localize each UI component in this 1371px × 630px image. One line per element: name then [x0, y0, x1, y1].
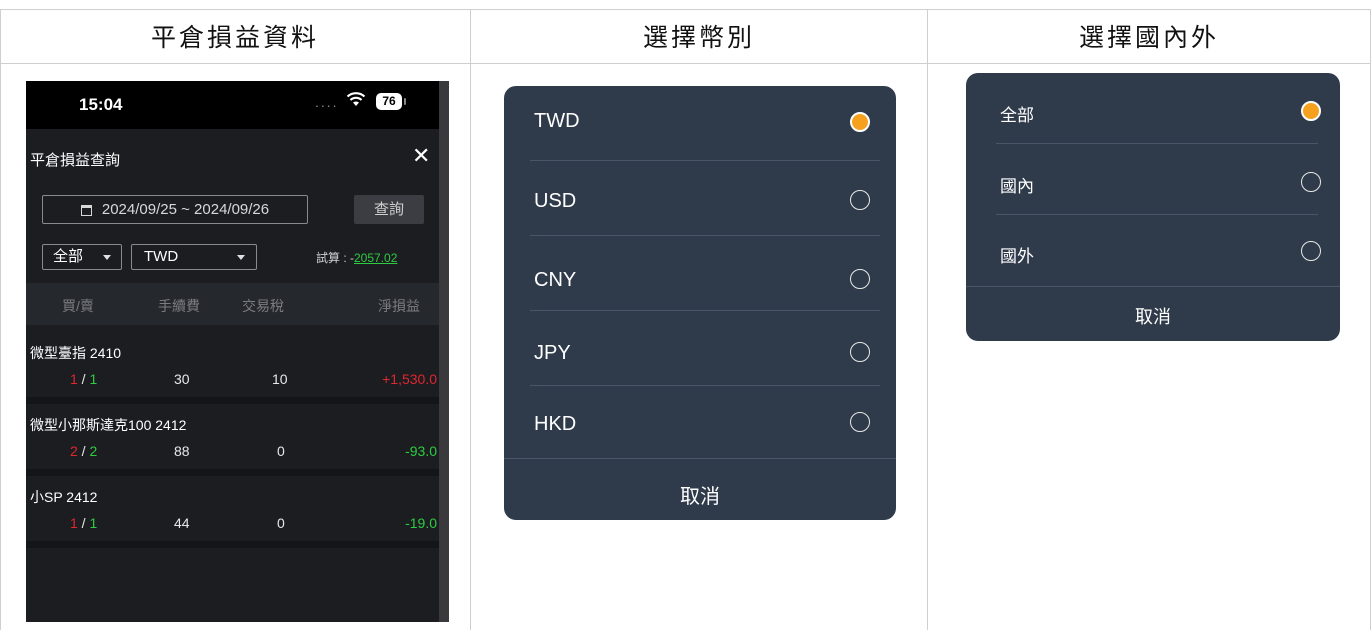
row-divider [26, 469, 439, 476]
page-title: 平倉損益查詢 [30, 152, 121, 169]
trial-calc-value[interactable]: 2057.02 [354, 251, 397, 265]
currency-picker: TWD USD CNY JPY HKD 取消 [504, 86, 896, 520]
header-net: 淨損益 [378, 298, 420, 314]
scrollbar[interactable] [439, 81, 449, 622]
radio-icon[interactable] [850, 342, 870, 362]
radio-icon[interactable] [1301, 172, 1321, 192]
region-select[interactable]: 全部 [42, 244, 122, 270]
cancel-divider [504, 458, 896, 459]
wifi-icon [346, 92, 366, 106]
cancel-divider [966, 286, 1340, 287]
status-time: 15:04 [79, 95, 123, 114]
trial-calc: 試算 : -2057.02 [316, 249, 397, 266]
region-option-foreign[interactable]: 國外 [966, 215, 1340, 286]
region-option-label: 全部 [1000, 106, 1034, 125]
table-top-border [0, 9, 1371, 10]
chevron-down-icon [103, 255, 111, 260]
chevron-down-icon [237, 255, 245, 260]
date-range-text: 2024/09/25 ~ 2024/09/26 [101, 201, 270, 218]
radio-icon[interactable] [850, 190, 870, 210]
battery-icon: 76 [376, 93, 406, 110]
currency-option-label: USD [534, 190, 577, 212]
currency-option-label: HKD [534, 413, 577, 435]
row-divider [26, 397, 439, 404]
currency-select-value: TWD [144, 248, 179, 265]
currency-select[interactable]: TWD [131, 244, 257, 270]
row-name[interactable]: 微型小那斯達克100 2412 [30, 415, 186, 435]
row-name[interactable]: 微型臺指 2410 [30, 343, 121, 363]
column-header-currency: 選擇幣別 [642, 23, 755, 52]
row-net: +1,530.0 [382, 371, 437, 387]
phone-screen: 15:04 .... 76 平倉損益查詢 ✕ 2024/09/25 ~ 2024… [26, 81, 449, 622]
header-buy-sell: 買/賣 [62, 298, 94, 314]
close-icon[interactable]: ✕ [412, 143, 430, 169]
row-tax: 10 [272, 371, 288, 387]
row-tax: 0 [277, 515, 285, 531]
radio-selected-icon[interactable] [850, 112, 870, 132]
row-divider [26, 541, 439, 548]
currency-option-label: TWD [534, 110, 580, 132]
radio-icon[interactable] [1301, 241, 1321, 261]
currency-option-twd[interactable]: TWD [504, 86, 896, 161]
row-fee: 30 [174, 371, 190, 387]
header-tax: 交易稅 [242, 298, 284, 314]
row-fee: 44 [174, 515, 190, 531]
trial-calc-label: 試算 : - [316, 251, 354, 265]
row-name[interactable]: 小SP 2412 [30, 487, 97, 507]
region-option-label: 國內 [1000, 177, 1034, 196]
date-range-field[interactable]: 2024/09/25 ~ 2024/09/26 [42, 195, 308, 224]
row-buy-sell: 2 / 2 [70, 443, 98, 459]
signal-icon: .... [315, 94, 339, 110]
radio-selected-icon[interactable] [1301, 101, 1321, 121]
radio-icon[interactable] [850, 269, 870, 289]
currency-option-cny[interactable]: CNY [504, 236, 896, 311]
row-net: -93.0 [405, 443, 437, 459]
row-buy-sell: 1 / 1 [70, 515, 98, 531]
calendar-icon [80, 204, 92, 216]
column-header-region: 選擇國內外 [1078, 23, 1219, 52]
currency-option-jpy[interactable]: JPY [504, 311, 896, 386]
header-fee: 手續費 [158, 298, 200, 314]
currency-option-label: JPY [534, 342, 571, 364]
column-divider-1 [470, 9, 471, 630]
radio-icon[interactable] [850, 412, 870, 432]
currency-option-label: CNY [534, 269, 577, 291]
row-tax: 0 [277, 443, 285, 459]
region-select-value: 全部 [53, 248, 84, 265]
table-header-border [0, 63, 1371, 64]
status-bar: 15:04 .... 76 [26, 81, 439, 129]
row-fee: 88 [174, 443, 190, 459]
region-option-domestic[interactable]: 國內 [966, 144, 1340, 215]
query-button[interactable]: 查詢 [354, 195, 424, 224]
table-left-border [0, 9, 1, 630]
currency-option-hkd[interactable]: HKD [504, 386, 896, 461]
currency-option-usd[interactable]: USD [504, 161, 896, 236]
cancel-button[interactable]: 取消 [966, 303, 1340, 329]
row-net: -19.0 [405, 515, 437, 531]
column-divider-2 [927, 9, 928, 630]
region-picker: 全部 國內 國外 取消 [966, 73, 1340, 341]
row-buy-sell: 1 / 1 [70, 371, 98, 387]
column-header-pnl: 平倉損益資料 [150, 23, 319, 52]
cancel-button[interactable]: 取消 [504, 480, 896, 509]
region-option-all[interactable]: 全部 [966, 73, 1340, 144]
region-option-label: 國外 [1000, 247, 1034, 266]
